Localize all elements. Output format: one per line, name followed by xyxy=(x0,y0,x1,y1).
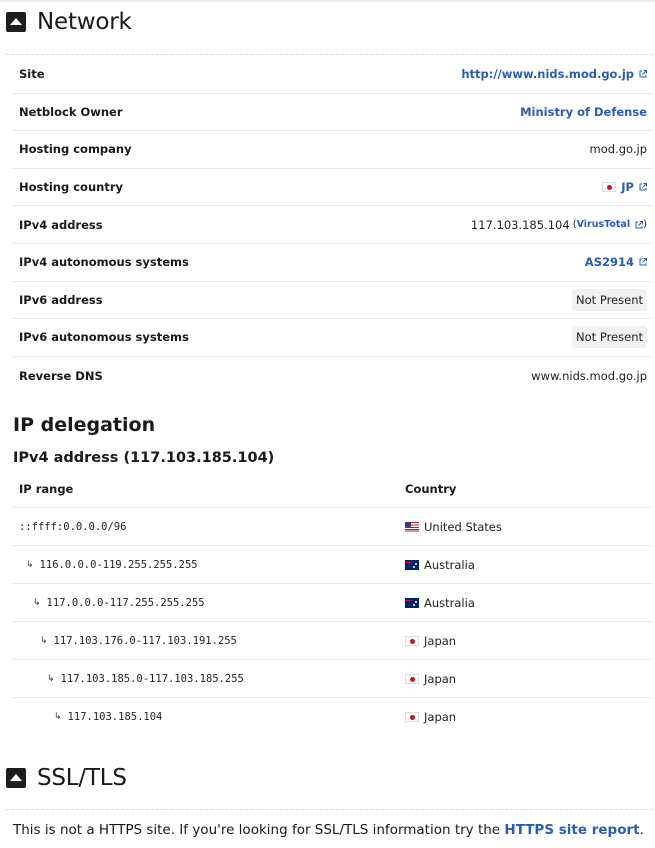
not-present-badge: Not Present xyxy=(572,326,647,349)
ssl-message-suffix: . xyxy=(639,822,644,838)
external-link-icon[interactable] xyxy=(639,183,647,191)
flag-au-icon xyxy=(405,559,419,570)
table-row: IPv6 autonomous systems Not Present xyxy=(12,319,653,357)
ssl-message: This is not a HTTPS site. If you're look… xyxy=(13,822,644,838)
country-name: Australia xyxy=(424,595,475,610)
value-text: www.nids.mod.go.jp xyxy=(531,368,647,383)
sub-range-arrow-icon: ↳ xyxy=(47,673,55,684)
top-divider xyxy=(0,0,655,2)
row-label: IPv6 address xyxy=(19,292,103,307)
section-divider xyxy=(6,809,653,810)
table-row: Hosting country JP xyxy=(12,169,653,207)
table-row: IPv6 address Not Present xyxy=(12,282,653,320)
sub-range-arrow-icon: ↳ xyxy=(26,559,34,570)
row-value: mod.go.jp xyxy=(590,142,647,156)
value-link[interactable]: http://www.nids.mod.go.jp xyxy=(461,67,634,81)
sub-range-arrow-icon: ↳ xyxy=(40,635,48,646)
ip-range: 116.0.0.0-119.255.255.255 xyxy=(39,558,198,571)
table-row: Reverse DNS www.nids.mod.go.jp xyxy=(12,357,653,395)
external-link-icon[interactable] xyxy=(639,258,647,266)
country-name: Japan xyxy=(424,633,457,648)
value-text: mod.go.jp xyxy=(589,142,647,157)
ssl-message-prefix: This is not a HTTPS site. If you're look… xyxy=(13,822,505,838)
row-value: Not Present xyxy=(572,288,647,311)
ip-range: ::ffff:0.0.0.0/96 xyxy=(19,520,127,533)
flag-us-icon xyxy=(405,521,419,532)
row-label: Site xyxy=(19,67,45,82)
value-link[interactable]: AS2914 xyxy=(585,255,634,269)
ip-range-header: IP range xyxy=(19,481,74,496)
country-link[interactable]: JP xyxy=(621,180,634,194)
table-row: ↳ 116.0.0.0-119.255.255.255 Australia xyxy=(12,546,653,584)
country-header: Country xyxy=(405,481,457,496)
ip-value: 117.103.185.104 xyxy=(470,217,570,232)
country-name: United States xyxy=(424,519,502,534)
table-row: Hosting company mod.go.jp xyxy=(12,131,653,169)
collapse-toggle-icon[interactable] xyxy=(6,12,26,32)
ip-range: 117.103.185.104 xyxy=(67,711,163,723)
row-label: Reverse DNS xyxy=(19,368,103,383)
row-value: JP xyxy=(602,180,647,194)
ip-range: 117.103.185.0-117.103.185.255 xyxy=(60,672,244,685)
row-value: Ministry of Defense xyxy=(520,105,647,119)
ip-range: 117.0.0.0-117.255.255.255 xyxy=(46,596,205,609)
table-row: ↳ 117.103.185.0-117.103.185.255 Japan xyxy=(12,660,653,698)
sub-range-arrow-icon: ↳ xyxy=(54,712,62,722)
flag-jp-icon xyxy=(405,673,419,684)
value-link[interactable]: Ministry of Defense xyxy=(520,105,647,119)
ip-delegation-subtitle: IPv4 address (117.103.185.104) xyxy=(13,450,275,466)
row-value: Not Present xyxy=(572,326,647,349)
row-label: Netblock Owner xyxy=(19,104,123,119)
row-label: IPv6 autonomous systems xyxy=(19,330,189,345)
flag-jp-icon xyxy=(602,182,617,193)
flag-jp-icon xyxy=(405,635,419,646)
ssl-section-header[interactable]: SSL/TLS xyxy=(6,760,127,796)
paren: ) xyxy=(643,219,647,231)
flag-au-icon xyxy=(405,597,419,608)
table-row: ↳ 117.103.185.104 Japan xyxy=(12,698,653,736)
table-header: IP range Country xyxy=(12,470,653,508)
section-divider xyxy=(6,54,653,55)
network-title: Network xyxy=(37,9,132,35)
virustotal-link[interactable]: VirusTotal xyxy=(577,219,631,230)
collapse-toggle-icon[interactable] xyxy=(6,768,26,788)
table-row: ::ffff:0.0.0.0/96 United States xyxy=(12,508,653,546)
table-row: ↳ 117.103.176.0-117.103.191.255 Japan xyxy=(12,622,653,660)
network-section-header[interactable]: Network xyxy=(6,4,132,40)
https-report-link[interactable]: HTTPS site report xyxy=(504,822,639,838)
row-value: AS2914 xyxy=(585,255,647,269)
flag-jp-icon xyxy=(405,712,419,722)
external-link-icon[interactable] xyxy=(639,70,647,78)
row-label: Hosting company xyxy=(19,142,132,157)
country-name: Japan xyxy=(424,710,457,724)
country-name: Australia xyxy=(424,557,475,572)
ip-range: 117.103.176.0-117.103.191.255 xyxy=(53,634,237,647)
table-row: ↳ 117.0.0.0-117.255.255.255 Australia xyxy=(12,584,653,622)
ssl-title: SSL/TLS xyxy=(37,765,127,791)
not-present-badge: Not Present xyxy=(572,288,647,311)
network-table: Site http://www.nids.mod.go.jp Netblock Ow… xyxy=(12,56,653,394)
table-row: Site http://www.nids.mod.go.jp xyxy=(12,56,653,94)
row-value: http://www.nids.mod.go.jp xyxy=(461,67,647,81)
virustotal-wrap: (VirusTotal) xyxy=(573,219,647,230)
row-label: Hosting country xyxy=(19,180,123,195)
table-row: Netblock Owner Ministry of Defense xyxy=(12,94,653,132)
row-label: IPv4 autonomous systems xyxy=(19,255,189,270)
table-row: IPv4 address 117.103.185.104(VirusTotal) xyxy=(12,206,653,244)
ip-delegation-table: IP range Country ::ffff:0.0.0.0/96 United… xyxy=(12,470,653,736)
external-link-icon[interactable] xyxy=(635,220,644,229)
ip-delegation-title: IP delegation xyxy=(13,414,156,436)
table-row: IPv4 autonomous systems AS2914 xyxy=(12,244,653,282)
country-name: Japan xyxy=(424,671,457,686)
row-value: 117.103.185.104(VirusTotal) xyxy=(471,218,647,232)
sub-range-arrow-icon: ↳ xyxy=(33,597,41,608)
row-label: IPv4 address xyxy=(19,217,103,232)
row-value: www.nids.mod.go.jp xyxy=(531,369,647,383)
